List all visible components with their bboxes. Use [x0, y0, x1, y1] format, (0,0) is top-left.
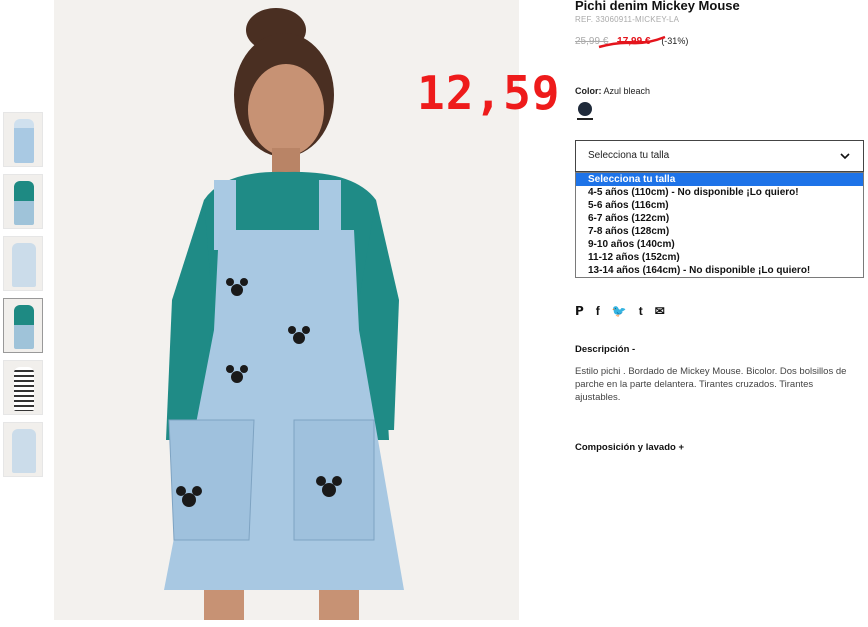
size-select-value: Selecciona tu talla [588, 150, 670, 161]
pinterest-icon[interactable]: 𝗣 [575, 304, 584, 318]
product-info-panel: Pichi denim Mickey Mouse REF. 33060911-M… [575, 0, 865, 453]
color-row: Color: Azul bleach [575, 86, 865, 96]
thumbnail-4[interactable] [3, 298, 43, 353]
thumbnail-3[interactable] [3, 236, 43, 291]
size-option[interactable]: 11-12 años (152cm) [576, 251, 863, 264]
price-strike-scribble [598, 35, 666, 49]
size-option[interactable]: 4-5 años (110cm) - No disponible ¡Lo qui… [576, 186, 863, 199]
size-option[interactable]: 13-14 años (164cm) - No disponible ¡Lo q… [576, 264, 863, 277]
swatch-underline [577, 118, 593, 120]
color-value: Azul bleach [603, 86, 651, 96]
color-label: Color: [575, 86, 602, 96]
share-icons: 𝗣 f 🐦 t ✉ [575, 304, 865, 318]
description-text: Estilo pichi . Bordado de Mickey Mouse. … [575, 366, 847, 403]
price-row: 25,99 € 17,99 € (-31%) [575, 35, 865, 50]
thumbnail-6[interactable] [3, 422, 43, 477]
size-option[interactable]: 5-6 años (116cm) [576, 199, 863, 212]
size-option[interactable]: 7-8 años (128cm) [576, 225, 863, 238]
thumbnail-1[interactable] [3, 112, 43, 167]
twitter-icon[interactable]: 🐦 [612, 304, 627, 318]
email-icon[interactable]: ✉ [655, 304, 665, 318]
overlay-price: 12,59 [417, 66, 561, 120]
description-toggle[interactable]: Descripción - [575, 344, 865, 355]
chevron-down-icon [840, 153, 850, 160]
facebook-icon[interactable]: f [596, 304, 600, 318]
product-title: Pichi denim Mickey Mouse [575, 0, 740, 13]
size-option[interactable]: Selecciona tu talla [576, 173, 863, 186]
size-option[interactable]: 9-10 años (140cm) [576, 238, 863, 251]
color-swatch[interactable] [578, 102, 592, 116]
thumbnail-5[interactable] [3, 360, 43, 415]
product-ref: REF. 33060911-MICKEY-LA [575, 15, 680, 24]
tumblr-icon[interactable]: t [639, 304, 643, 318]
thumbnail-list [3, 112, 43, 484]
size-option[interactable]: 6-7 años (122cm) [576, 212, 863, 225]
composition-toggle[interactable]: Composición y lavado + [575, 442, 865, 453]
thumbnail-2[interactable] [3, 174, 43, 229]
size-select[interactable]: Selecciona tu talla [575, 140, 864, 172]
size-options-list: Selecciona tu talla 4-5 años (110cm) - N… [575, 172, 864, 278]
